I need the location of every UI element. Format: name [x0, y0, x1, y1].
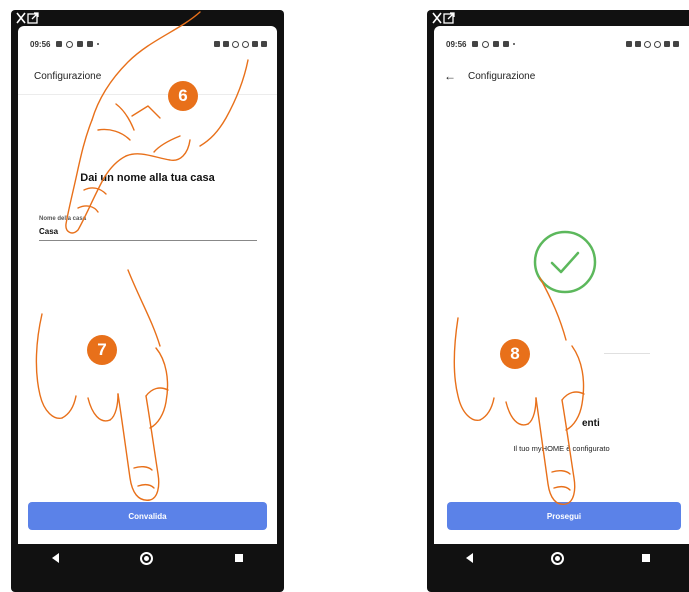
page-title: Configurazione — [34, 70, 102, 82]
home-circle-icon[interactable] — [140, 551, 154, 565]
android-nav-bar — [11, 544, 284, 572]
battery-icon — [261, 41, 267, 47]
app-bar-divider — [18, 94, 277, 95]
back-triangle-icon[interactable] — [51, 553, 59, 563]
status-bar: 09:56 — [446, 38, 679, 50]
page-title: Configurazione — [468, 70, 536, 82]
calendar-icon — [77, 41, 84, 47]
phone-left: 09:56 Configurazione Dai un nome alla tu… — [11, 10, 284, 592]
dot-icon — [513, 43, 516, 45]
status-time: 09:56 — [446, 39, 467, 49]
eye-icon — [482, 40, 490, 48]
sync-icon — [644, 40, 651, 48]
wifi-icon — [664, 41, 670, 47]
app-screen: 09:56 Configurazione Dai un nome alla tu… — [18, 26, 277, 544]
close-expand-icon — [432, 12, 455, 24]
step-badge-7: 7 — [87, 335, 117, 365]
status-icons-left — [56, 40, 100, 48]
battery-icon — [673, 41, 679, 47]
mail-icon — [503, 41, 510, 47]
step-badge-8: 8 — [500, 339, 530, 369]
calendar-icon — [493, 41, 500, 47]
home-name-label: Nome della casa — [39, 216, 87, 222]
nfc-icon — [635, 41, 641, 47]
dot-icon — [97, 43, 100, 45]
mail-icon — [87, 41, 94, 47]
validate-button[interactable]: Convalida — [28, 502, 267, 530]
bluetooth-icon — [626, 41, 632, 47]
sync-icon — [232, 40, 239, 48]
success-message: Il tuo myHOME è configurato — [513, 444, 610, 453]
status-bar: 09:56 — [30, 38, 267, 50]
back-triangle-icon[interactable] — [466, 553, 473, 563]
wifi-icon — [252, 41, 258, 47]
home-name-input[interactable]: Casa — [39, 227, 58, 236]
bluetooth-icon — [214, 41, 220, 47]
close-expand-icon — [16, 12, 39, 24]
status-icons-right — [626, 40, 679, 48]
phone-right: 09:56 ← Configurazione enti Il tuo myHOM… — [427, 10, 689, 592]
continue-button[interactable]: Prosegui — [447, 502, 681, 530]
success-title: enti — [582, 418, 600, 429]
checkmark-circle-icon — [533, 230, 597, 294]
input-underline — [39, 240, 257, 241]
status-time: 09:56 — [30, 39, 51, 49]
status-icons-left — [472, 40, 516, 48]
home-circle-icon[interactable] — [551, 551, 564, 565]
location-icon — [654, 40, 661, 48]
app-bar: ← Configurazione — [434, 62, 689, 90]
faint-divider — [604, 353, 650, 354]
android-nav-bar — [427, 544, 689, 572]
arrow-left-icon[interactable]: ← — [444, 69, 456, 83]
status-icons-right — [214, 40, 267, 48]
app-screen: 09:56 ← Configurazione enti Il tuo myHOM… — [434, 26, 689, 544]
notification-icon — [56, 41, 63, 47]
notification-icon — [472, 41, 479, 47]
location-icon — [242, 40, 249, 48]
app-bar: Configurazione — [18, 62, 277, 90]
eye-icon — [66, 40, 74, 48]
step-badge-6: 6 — [168, 81, 198, 111]
recent-square-icon[interactable] — [235, 554, 244, 562]
recent-square-icon[interactable] — [642, 554, 650, 562]
home-name-heading: Dai un nome alla tua casa — [80, 172, 215, 184]
nfc-icon — [223, 41, 229, 47]
